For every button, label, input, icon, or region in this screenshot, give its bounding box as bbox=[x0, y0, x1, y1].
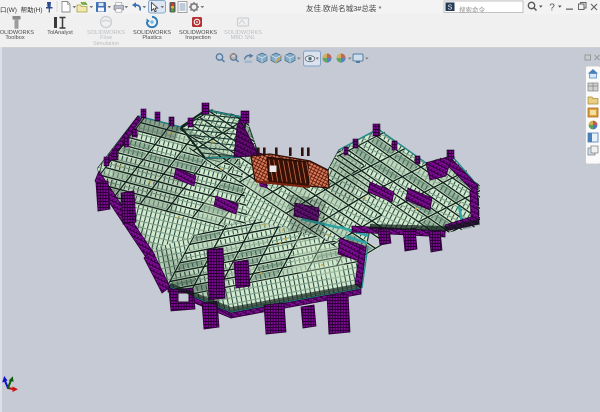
svg-text:S: S bbox=[448, 4, 453, 11]
svg-text:?: ? bbox=[549, 3, 555, 14]
